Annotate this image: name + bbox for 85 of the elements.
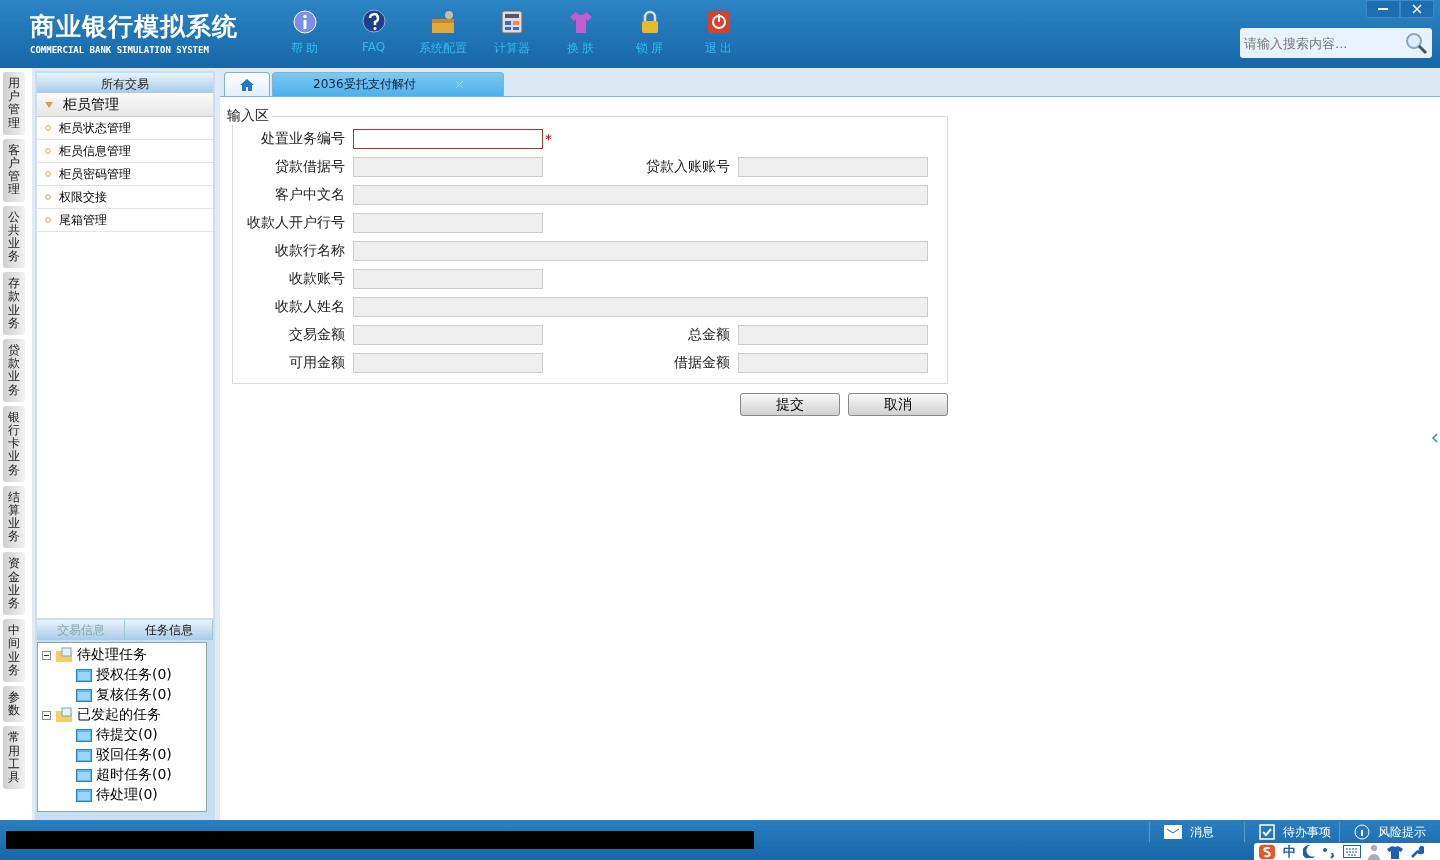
collapse-icon <box>42 650 51 660</box>
close-button[interactable] <box>1400 0 1434 18</box>
shirt-icon[interactable] <box>1387 844 1403 859</box>
field-label: 总金额 <box>687 326 731 344</box>
side-tab[interactable]: 参数 <box>3 685 25 723</box>
search-icon[interactable] <box>1404 31 1428 55</box>
field-label: 收款人姓名 <box>274 298 346 316</box>
calculator-icon <box>498 9 525 35</box>
collapse-icon <box>42 710 51 720</box>
tree-node[interactable]: 待提交(0) <box>42 725 202 745</box>
side-tab[interactable]: 资金业务 <box>3 552 25 616</box>
tree-node[interactable]: 已发起的任务 <box>42 705 202 725</box>
question-icon <box>360 9 387 35</box>
keyboard-icon[interactable] <box>1343 845 1361 858</box>
search-field[interactable]: 请输入搜索内容... <box>1240 28 1432 58</box>
side-tab[interactable]: 用户管理 <box>3 72 25 135</box>
info-icon <box>1354 824 1370 840</box>
form-button[interactable]: 取消 <box>848 393 948 416</box>
home-tab[interactable] <box>224 72 270 96</box>
panel-tab[interactable]: 任务信息 <box>125 620 213 640</box>
field-label: 收款账号 <box>288 270 346 288</box>
menu-group[interactable]: 柜员管理 <box>37 93 213 117</box>
side-tab[interactable]: 常用工具 <box>3 726 25 790</box>
app-subtitle: COMMERCIAL BANK SIMULATION SYSTEM <box>30 45 210 55</box>
folder-icon <box>76 668 92 682</box>
minimize-icon <box>1378 8 1388 10</box>
sidebar-title: 所有交易 <box>37 73 213 93</box>
side-tab[interactable]: 存款业务 <box>3 272 25 335</box>
section-title: 输入区 <box>226 107 270 125</box>
tree-node[interactable]: 待处理(0) <box>42 785 202 805</box>
field-label: 处置业务编号 <box>260 130 346 148</box>
minimize-button[interactable] <box>1366 0 1400 18</box>
field-label: 贷款入账账号 <box>645 158 731 176</box>
field-label: 客户中文名 <box>274 186 346 204</box>
side-tab[interactable]: 客户管理 <box>3 138 25 202</box>
input-field[interactable] <box>353 129 543 149</box>
field-label: 收款人开户行号 <box>246 214 346 232</box>
tree-node[interactable]: 驳回任务(0) <box>42 745 202 765</box>
home-icon <box>239 77 255 92</box>
tree-node[interactable]: 复核任务(0) <box>42 685 202 705</box>
wrench-icon[interactable] <box>1410 844 1424 859</box>
form-button[interactable]: 提交 <box>740 393 840 416</box>
field-label: 交易金额 <box>288 326 346 344</box>
moon-icon[interactable] <box>1303 845 1315 858</box>
folder-icon <box>76 788 92 802</box>
close-icon[interactable] <box>455 78 463 91</box>
folder-icon <box>55 647 73 663</box>
field-label: 贷款借据号 <box>274 158 346 176</box>
folder-icon <box>76 688 92 702</box>
power-icon <box>705 9 732 35</box>
bullet-icon <box>45 125 51 131</box>
checkbox-icon <box>1259 824 1275 840</box>
tree-node[interactable]: 超时任务(0) <box>42 765 202 785</box>
status-button[interactable]: 消息 <box>1149 822 1244 842</box>
envelope-icon <box>1164 825 1182 839</box>
folder-icon <box>76 768 92 782</box>
chevron-icon <box>1432 433 1438 443</box>
page-tab[interactable]: 2036受托支付解付 <box>272 72 504 96</box>
bullet-icon <box>45 217 51 223</box>
caret-icon <box>45 101 53 108</box>
person-icon[interactable] <box>1368 843 1380 860</box>
side-tab[interactable]: 银行卡业务 <box>3 405 25 482</box>
field-label: 收款行名称 <box>274 242 346 260</box>
tree-node[interactable]: 待处理任务 <box>42 645 202 665</box>
info-icon <box>291 9 318 35</box>
side-tab[interactable]: 结算业务 <box>3 485 25 549</box>
folder-icon <box>76 728 92 742</box>
side-tab[interactable]: 公共业务 <box>3 205 25 269</box>
bullet-icon <box>45 171 51 177</box>
bullet-icon <box>45 194 51 200</box>
required-mark: * <box>545 131 552 147</box>
folder-icon <box>76 748 92 762</box>
input-mode[interactable]: 中 <box>1283 845 1296 858</box>
status-button[interactable]: 待办事项 <box>1244 822 1339 842</box>
side-tab[interactable]: 中间业务 <box>3 619 25 682</box>
field-label: 借据金额 <box>673 354 731 372</box>
side-tab[interactable]: 贷款业务 <box>3 339 25 402</box>
field-label: 可用金额 <box>288 354 346 372</box>
app-title: 商业银行模拟系统 <box>30 11 239 43</box>
tree-node[interactable]: 授权任务(0) <box>42 665 202 685</box>
toolbox-icon <box>429 9 456 35</box>
folder-icon <box>55 707 73 723</box>
status-button[interactable]: 风险提示 <box>1339 822 1434 842</box>
close-icon <box>1412 4 1422 14</box>
bullet-icon <box>45 148 51 154</box>
